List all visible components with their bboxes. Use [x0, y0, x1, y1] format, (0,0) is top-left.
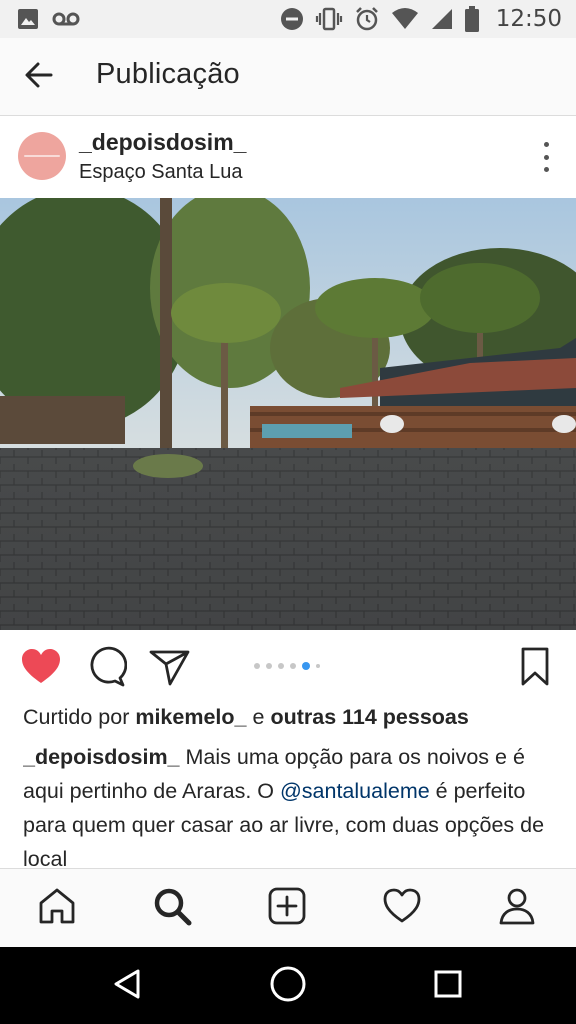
system-back-button[interactable]: [106, 965, 148, 1007]
post-username[interactable]: _depoisdosim_: [79, 129, 246, 156]
bookmark-icon: [514, 647, 556, 692]
share-button[interactable]: [149, 646, 191, 688]
app-bar: Publicação: [0, 38, 576, 116]
system-recents-button[interactable]: [427, 965, 469, 1007]
back-button[interactable]: [18, 56, 60, 98]
avatar-logo: [24, 155, 60, 157]
carousel-dot: [290, 663, 296, 669]
send-icon: [149, 650, 191, 692]
post-action-bar: [0, 630, 576, 704]
likes-prefix: Curtido por: [23, 705, 130, 729]
likes-summary[interactable]: Curtido por mikemelo_ e outras 114 pesso…: [23, 705, 469, 730]
search-icon: [152, 886, 192, 931]
heart-filled-icon: [20, 649, 62, 692]
status-time: 12:50: [495, 6, 562, 32]
alarm-icon: [354, 6, 380, 32]
nav-new-post[interactable]: [266, 887, 308, 929]
likes-connector: e: [252, 705, 265, 729]
more-options-button[interactable]: [540, 142, 552, 172]
post-header: _depoisdosim_ Espaço Santa Lua: [0, 116, 576, 198]
vibrate-icon: [315, 7, 343, 31]
carousel-dot-active: [302, 662, 310, 670]
back-triangle-icon: [112, 968, 142, 1005]
nav-search[interactable]: [151, 887, 193, 929]
home-circle-icon: [269, 965, 307, 1008]
status-left-icons: [16, 7, 80, 31]
nav-activity[interactable]: [381, 887, 423, 929]
nav-home[interactable]: [36, 887, 78, 929]
arrow-left-icon: [24, 60, 54, 95]
home-icon: [37, 886, 77, 931]
page-title: Publicação: [96, 58, 240, 90]
recents-square-icon: [433, 969, 463, 1004]
likes-others[interactable]: outras 114 pessoas: [270, 705, 468, 729]
profile-icon: [497, 886, 537, 931]
carousel-dot: [266, 663, 272, 669]
like-button[interactable]: [20, 646, 62, 688]
system-home-button[interactable]: [267, 965, 309, 1007]
system-navigation-bar: [0, 947, 576, 1024]
status-right-icons: 12:50: [280, 0, 562, 38]
nav-profile[interactable]: [496, 887, 538, 929]
post-location[interactable]: Espaço Santa Lua: [79, 161, 242, 184]
more-vertical-icon: [543, 142, 549, 147]
status-bar: 12:50: [0, 0, 576, 38]
image-icon: [16, 7, 40, 31]
battery-icon: [464, 6, 479, 32]
add-post-icon: [267, 886, 307, 931]
wifi-icon: [391, 7, 419, 31]
bottom-nav: [0, 868, 576, 947]
caption-mention[interactable]: @santalualeme: [280, 779, 430, 803]
liked-by-user[interactable]: mikemelo_: [135, 705, 246, 729]
carousel-dot: [316, 664, 320, 668]
comment-button[interactable]: [85, 646, 128, 688]
comment-icon: [85, 646, 128, 692]
caption-username[interactable]: _depoisdosim_: [23, 745, 180, 769]
do-not-disturb-icon: [280, 7, 304, 31]
save-button[interactable]: [514, 646, 556, 688]
carousel-dot: [278, 663, 284, 669]
carousel-dot: [254, 663, 260, 669]
carousel-indicator: [254, 662, 320, 670]
voicemail-icon: [52, 7, 80, 31]
avatar[interactable]: [18, 132, 66, 180]
activity-heart-icon: [382, 886, 422, 931]
signal-icon: [430, 7, 454, 31]
post-photo[interactable]: [0, 198, 576, 630]
post-caption: _depoisdosim_ Mais uma opção para os noi…: [23, 740, 553, 868]
